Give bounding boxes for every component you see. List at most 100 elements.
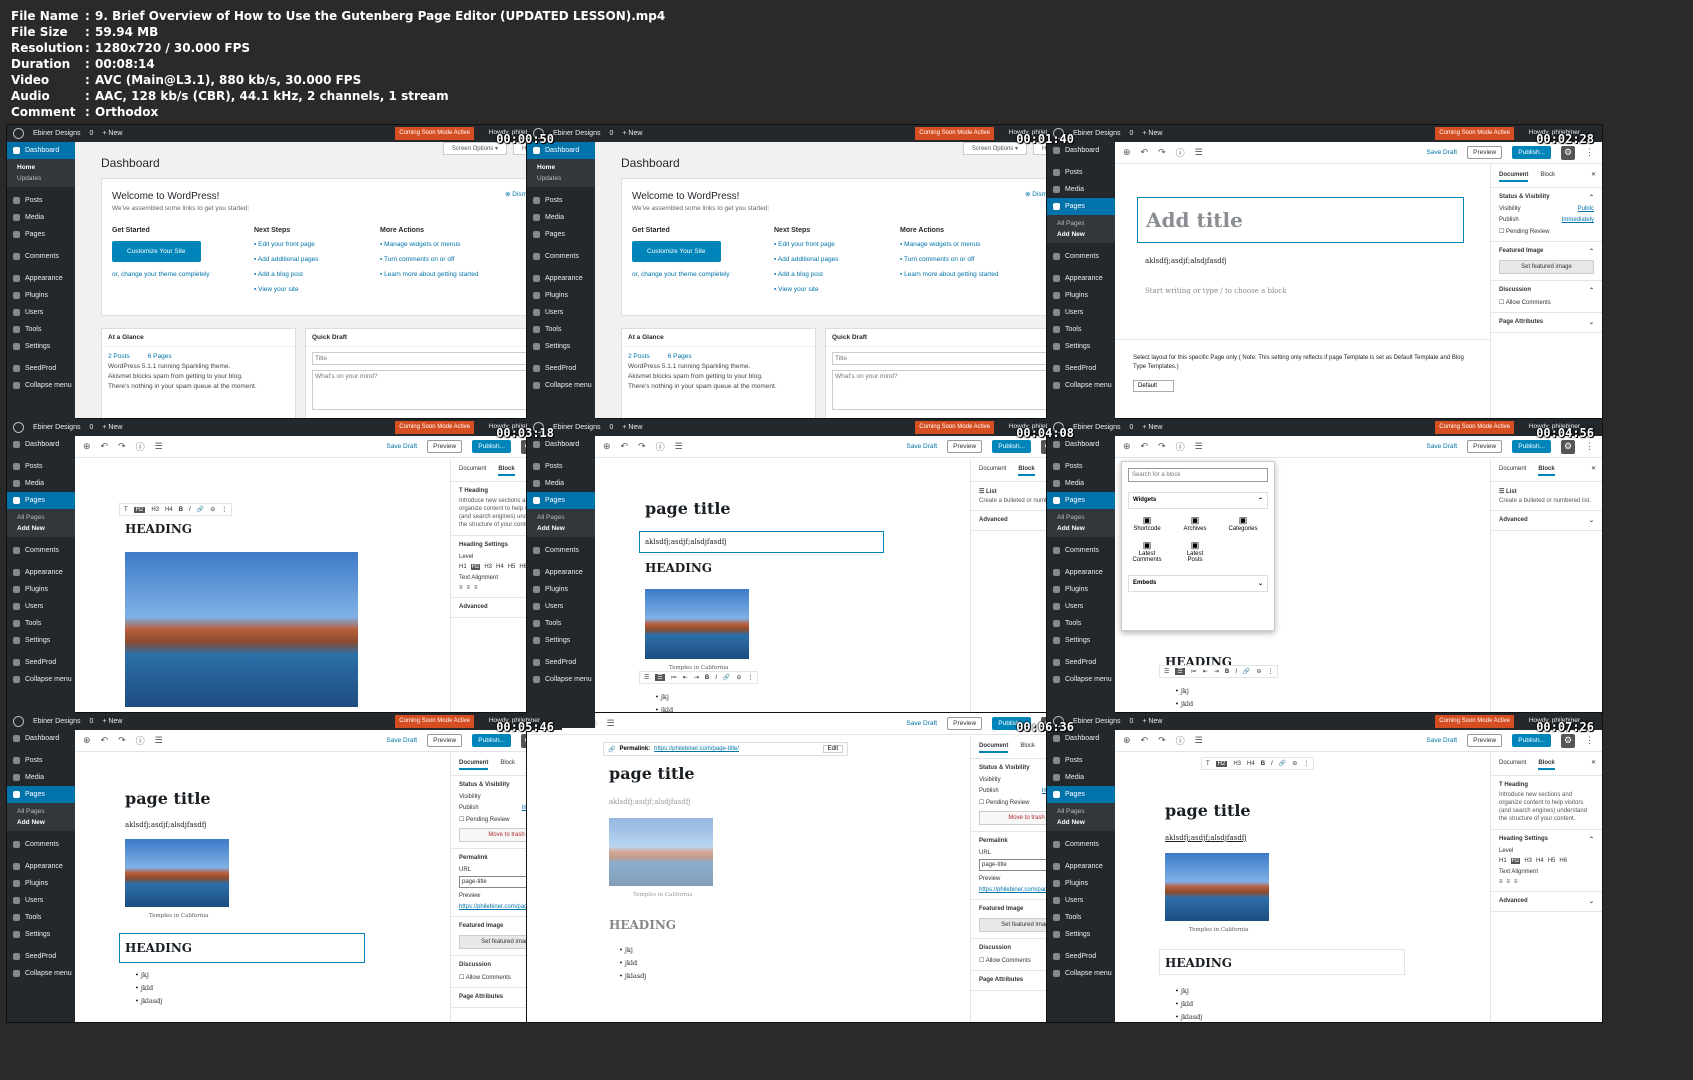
- save-draft-button[interactable]: Save Draft: [906, 720, 937, 727]
- publish-button[interactable]: Publish...: [1512, 146, 1551, 159]
- heading-block[interactable]: HEADING: [609, 918, 676, 932]
- heading-block[interactable]: HEADING: [125, 522, 192, 536]
- outdent-icon[interactable]: ⇤: [1203, 668, 1208, 675]
- permalink-heading[interactable]: Permalink: [979, 838, 1008, 845]
- sidebar-item-plugins[interactable]: Plugins: [1047, 875, 1115, 892]
- sidebar-item-settings[interactable]: Settings: [1047, 632, 1115, 649]
- comments-count[interactable]: 0: [609, 130, 613, 137]
- tab-block[interactable]: Block: [1538, 466, 1555, 476]
- sidebar-item-collapse[interactable]: Collapse menu: [7, 965, 75, 982]
- unordered-list-icon[interactable]: ☰: [1175, 668, 1185, 675]
- save-draft-button[interactable]: Save Draft: [1426, 149, 1457, 156]
- sidebar-item-pages[interactable]: Pages: [1047, 786, 1115, 803]
- sidebar-item-collapse[interactable]: Collapse menu: [1047, 965, 1115, 982]
- bold-icon[interactable]: B: [1261, 761, 1265, 767]
- undo-icon[interactable]: ↶: [1141, 441, 1149, 452]
- publish-button[interactable]: Publish...: [472, 440, 511, 453]
- sidebar-item-posts[interactable]: Posts: [7, 458, 75, 475]
- featured-photo[interactable]: [609, 818, 713, 886]
- more-options-icon[interactable]: ⋮: [747, 674, 753, 681]
- more-action-link[interactable]: ▪ Manage widgets or menus: [900, 241, 998, 248]
- strikethrough-icon[interactable]: ⊖: [1256, 668, 1261, 675]
- undo-icon[interactable]: ↶: [1141, 147, 1149, 158]
- discussion-heading[interactable]: Discussion: [459, 962, 491, 969]
- default-block-appender[interactable]: Start writing or type / to choose a bloc…: [1145, 287, 1287, 295]
- sidebar-sub-add-new[interactable]: Add New: [1047, 523, 1115, 534]
- redo-icon[interactable]: ↷: [638, 441, 646, 452]
- layout-select[interactable]: Default: [1133, 380, 1175, 392]
- list-type-icon[interactable]: ☰: [1164, 668, 1169, 675]
- preview-button[interactable]: Preview: [427, 440, 463, 453]
- sidebar-sub-add-new[interactable]: Add New: [527, 523, 595, 534]
- new-button[interactable]: + New: [622, 424, 642, 431]
- sidebar-item-appearance[interactable]: Appearance: [1047, 858, 1115, 875]
- info-icon[interactable]: ⓘ: [1176, 440, 1185, 453]
- coming-soon-badge[interactable]: Coming Soon Mode Active: [1435, 715, 1514, 728]
- heading-level-h4[interactable]: H4: [1247, 761, 1255, 767]
- next-step-link[interactable]: ▪ Add additional pages: [254, 256, 318, 263]
- sidebar-item-collapse[interactable]: Collapse menu: [1047, 671, 1115, 688]
- add-block-icon[interactable]: ⊕: [603, 441, 611, 452]
- more-action-link[interactable]: ▪ Learn more about getting started: [380, 271, 478, 278]
- sidebar-item-tools[interactable]: Tools: [1047, 615, 1115, 632]
- add-block-icon[interactable]: ⊕: [1123, 147, 1131, 158]
- customize-site-button[interactable]: Customize Your Site: [632, 241, 721, 262]
- advanced-heading[interactable]: Advanced: [1499, 517, 1528, 524]
- tab-block[interactable]: Block: [498, 466, 515, 476]
- redo-icon[interactable]: ↷: [1158, 441, 1166, 452]
- sidebar-sub-all-pages[interactable]: All Pages: [1047, 512, 1115, 523]
- post-title[interactable]: page title: [1165, 801, 1251, 820]
- page-attributes-heading[interactable]: Page Attributes: [1499, 319, 1543, 326]
- allow-comments-checkbox[interactable]: ☐ Allow Comments: [1499, 299, 1594, 306]
- embeds-section[interactable]: Embeds ⌄: [1128, 575, 1268, 592]
- publish-button[interactable]: Publish...: [472, 734, 511, 747]
- next-step-link[interactable]: ▪ View your site: [254, 286, 318, 293]
- comments-count[interactable]: 0: [609, 424, 613, 431]
- featured-image-heading[interactable]: Featured Image: [1499, 248, 1543, 255]
- featured-photo[interactable]: [125, 552, 358, 707]
- comments-count[interactable]: 0: [1129, 718, 1133, 725]
- sidebar-item-dashboard[interactable]: Dashboard: [7, 142, 75, 159]
- sidebar-item-posts[interactable]: Posts: [7, 752, 75, 769]
- outdent-icon[interactable]: ⇤: [683, 674, 688, 681]
- link-icon[interactable]: 🔗: [1243, 668, 1250, 675]
- visibility-link[interactable]: Public: [1578, 206, 1594, 212]
- heading-block[interactable]: HEADING: [119, 933, 365, 963]
- outline-icon[interactable]: ☰: [1195, 441, 1203, 452]
- sidebar-item-tools[interactable]: Tools: [527, 321, 595, 338]
- inserter-block-item[interactable]: ▣ Archives: [1180, 515, 1210, 532]
- sidebar-item-seedprod[interactable]: SeedProd: [1047, 948, 1115, 965]
- sidebar-item-comments[interactable]: Comments: [527, 542, 595, 559]
- coming-soon-badge[interactable]: Coming Soon Mode Active: [395, 421, 474, 434]
- next-step-link[interactable]: ▪ Add additional pages: [774, 256, 838, 263]
- new-button[interactable]: + New: [1142, 718, 1162, 725]
- outline-icon[interactable]: ☰: [607, 718, 615, 729]
- sidebar-item-media[interactable]: Media: [7, 475, 75, 492]
- outline-icon[interactable]: ☰: [675, 441, 683, 452]
- sidebar-sub-add-new[interactable]: Add New: [1047, 817, 1115, 828]
- next-step-link[interactable]: ▪ Edit your front page: [774, 241, 838, 248]
- sidebar-item-users[interactable]: Users: [7, 598, 75, 615]
- sidebar-item-users[interactable]: Users: [527, 304, 595, 321]
- list-item[interactable]: • jkj: [135, 969, 162, 982]
- inserter-block-item[interactable]: ▣ Categories: [1228, 515, 1258, 532]
- sidebar-sub-all-pages[interactable]: All Pages: [7, 806, 75, 817]
- sidebar-item-pages[interactable]: Pages: [7, 226, 75, 243]
- tab-document[interactable]: Document: [979, 466, 1006, 476]
- quick-draft-title-input[interactable]: Title: [312, 352, 541, 365]
- featured-photo[interactable]: [645, 589, 749, 659]
- new-button[interactable]: + New: [102, 424, 122, 431]
- sidebar-item-plugins[interactable]: Plugins: [1047, 287, 1115, 304]
- sidebar-item-plugins[interactable]: Plugins: [527, 287, 595, 304]
- next-step-link[interactable]: ▪ Add a blog post: [774, 271, 838, 278]
- posts-count-link[interactable]: 2 Posts: [108, 353, 130, 360]
- pages-count-link[interactable]: 6 Pages: [668, 353, 692, 360]
- block-search-input[interactable]: Search for a block: [1128, 468, 1268, 482]
- new-button[interactable]: + New: [622, 130, 642, 137]
- next-step-link[interactable]: ▪ Add a blog post: [254, 271, 318, 278]
- set-featured-image-button[interactable]: Set featured image: [1499, 260, 1594, 274]
- advanced-heading[interactable]: Advanced: [459, 604, 488, 611]
- comments-count[interactable]: 0: [1129, 424, 1133, 431]
- sidebar-item-posts[interactable]: Posts: [527, 192, 595, 209]
- image-caption[interactable]: Temples in California: [633, 892, 692, 898]
